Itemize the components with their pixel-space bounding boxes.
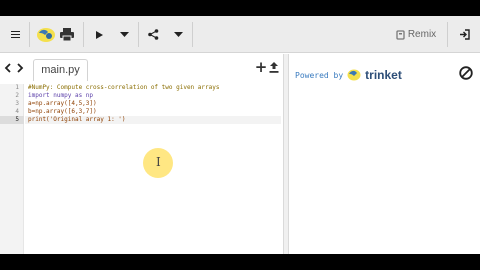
- file-tab-bar: main.py +: [0, 54, 283, 84]
- code-import: import numpy as np: [28, 92, 94, 99]
- line-number: 2: [15, 92, 19, 99]
- toolbar-divider: [447, 22, 448, 47]
- trinket-brand: trinket: [365, 68, 402, 82]
- chevron-left-icon[interactable]: [4, 63, 12, 73]
- python-logo-icon: [36, 27, 55, 42]
- editor-pane: main.py + 1 2 3 4 5 #NumPy: Compute cros…: [0, 54, 283, 254]
- menu-button[interactable]: [3, 16, 27, 53]
- chevron-right-icon[interactable]: [16, 63, 24, 73]
- output-pane: Powered by trinket: [289, 54, 480, 254]
- powered-by-label: Powered by: [295, 70, 344, 80]
- add-file-button[interactable]: +: [254, 59, 268, 75]
- trinket-logo-icon: [347, 69, 361, 81]
- language-button[interactable]: [30, 16, 80, 53]
- remix-label: Remix: [407, 29, 437, 40]
- run-button[interactable]: [88, 16, 110, 53]
- toolbar-divider: [83, 22, 84, 47]
- chevron-down-icon: [119, 31, 129, 37]
- login-icon: [459, 29, 470, 40]
- run-options-dropdown[interactable]: [114, 16, 134, 53]
- trinket-embed: Remix main.py + 1 2 3 4 5 #NumPy: Comput…: [0, 16, 480, 254]
- login-button[interactable]: [452, 16, 476, 53]
- upload-icon[interactable]: [269, 62, 279, 73]
- powered-by[interactable]: Powered by trinket: [295, 68, 402, 82]
- line-number: 4: [15, 108, 19, 115]
- line-number: 1: [15, 84, 19, 91]
- toolbar: Remix: [0, 16, 480, 53]
- play-icon: [96, 30, 103, 39]
- plus-icon: +: [254, 58, 268, 76]
- code-comment: #NumPy: Compute cross-correlation of two…: [28, 84, 220, 91]
- mouse-cursor-highlight: I: [143, 148, 173, 178]
- code-line: a=np.array([4,5,3]): [28, 100, 97, 107]
- clear-output-icon[interactable]: [459, 66, 473, 80]
- line-number: 3: [15, 100, 19, 107]
- printer-icon: [59, 27, 74, 41]
- remix-icon: [396, 29, 405, 40]
- share-options-dropdown[interactable]: [168, 16, 188, 53]
- toolbar-divider: [138, 22, 139, 47]
- text-cursor-icon: I: [156, 155, 161, 169]
- line-number: 5: [15, 116, 19, 123]
- share-button[interactable]: [142, 16, 164, 53]
- menu-icon: [10, 33, 20, 36]
- remix-button[interactable]: Remix: [392, 16, 440, 53]
- code-line: print('Original array 1: '): [28, 116, 126, 123]
- code-editor[interactable]: 1 2 3 4 5 #NumPy: Compute cross-correlat…: [0, 84, 283, 254]
- code-line: #NumPy: Compute cross-correlation of two…: [28, 84, 219, 92]
- code-line: import numpy as np: [28, 92, 93, 100]
- file-tab[interactable]: main.py: [33, 59, 88, 81]
- code-line: b=np.array([6,3,7]): [28, 108, 97, 115]
- toolbar-divider: [192, 22, 193, 47]
- share-icon: [147, 29, 158, 40]
- chevron-down-icon: [173, 31, 183, 37]
